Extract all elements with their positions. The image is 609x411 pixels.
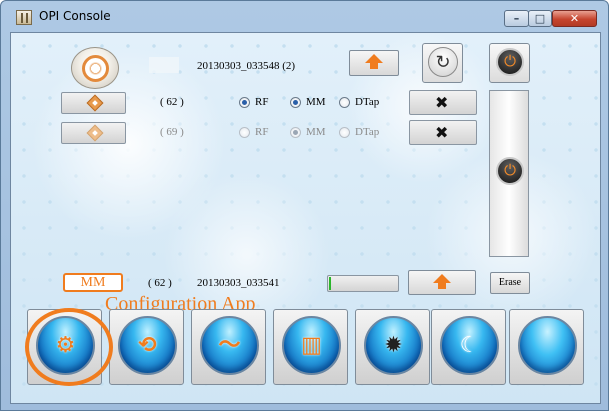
channel-1-tool-button[interactable]: ✖ bbox=[409, 90, 477, 115]
waveform-circle-icon: 〜 bbox=[200, 316, 259, 375]
sync-waveform-button[interactable]: ⟲ bbox=[109, 309, 184, 385]
side-panel: ⏻ bbox=[489, 90, 529, 257]
app-icon bbox=[16, 10, 32, 25]
channel-2-label-mm: MM bbox=[306, 126, 326, 138]
channel-1-radio-dtap[interactable] bbox=[339, 97, 350, 108]
waveform-button[interactable]: 〜 bbox=[191, 309, 266, 385]
channel-1-radio-mm[interactable] bbox=[290, 97, 301, 108]
channel-1-count: ( 62 ) bbox=[160, 96, 184, 108]
blank-orb-button[interactable] bbox=[509, 309, 584, 385]
minimize-button[interactable]: – bbox=[504, 10, 529, 27]
upload-button[interactable] bbox=[349, 50, 399, 76]
power-button[interactable]: ⏻ bbox=[489, 43, 530, 83]
channel-1-label-dtap: DTap bbox=[355, 96, 380, 108]
title-bar[interactable]: OPI Console – □ ✕ bbox=[1, 1, 608, 31]
sync-wave-icon: ⟲ bbox=[118, 316, 177, 375]
refresh-icon: ↻ bbox=[428, 47, 458, 77]
gear-icon: ⚙ bbox=[36, 316, 95, 375]
status-file: 20130303_033541 bbox=[197, 277, 280, 289]
blank-orb-icon bbox=[518, 316, 577, 375]
diamond-icon bbox=[86, 124, 104, 142]
close-button[interactable]: ✕ bbox=[552, 10, 597, 27]
channel-2-button[interactable] bbox=[61, 122, 126, 144]
erase-button[interactable]: Erase bbox=[490, 272, 530, 294]
tool-icon: ✖ bbox=[435, 93, 449, 112]
arrow-up-icon bbox=[433, 274, 451, 289]
channel-2-radio-dtap[interactable] bbox=[339, 127, 350, 138]
window-title: OPI Console bbox=[39, 9, 111, 23]
mode-badge: MM bbox=[63, 273, 123, 292]
diamond-icon bbox=[86, 94, 104, 112]
status-count: ( 62 ) bbox=[148, 277, 172, 289]
maximize-button[interactable]: □ bbox=[528, 10, 552, 27]
channel-2-label-rf: RF bbox=[255, 126, 269, 138]
channel-2-radio-rf[interactable] bbox=[239, 127, 250, 138]
brightness-icon: ✹ bbox=[364, 316, 423, 375]
side-power-button[interactable]: ⏻ bbox=[490, 153, 528, 193]
console-panel: 20130303_033548 (2) ↻ ⏻ ( 62 ) RF MM DTa… bbox=[10, 32, 601, 404]
channel-2-radio-mm[interactable] bbox=[290, 127, 301, 138]
signal-panel-icon: ▥ bbox=[282, 316, 341, 375]
arrow-up-icon bbox=[365, 54, 383, 69]
tool-icon: ✖ bbox=[435, 123, 449, 142]
channel-1-button[interactable] bbox=[61, 92, 126, 114]
power-icon: ⏻ bbox=[496, 48, 524, 76]
brightness-button[interactable]: ✹ bbox=[355, 309, 430, 385]
refresh-button[interactable]: ↻ bbox=[422, 43, 463, 83]
channel-2-tool-button[interactable]: ✖ bbox=[409, 120, 477, 145]
target-logo-icon[interactable] bbox=[71, 47, 119, 89]
progress-fill bbox=[329, 277, 331, 290]
upload-status-button[interactable] bbox=[408, 270, 476, 295]
sleep-mode-button[interactable]: ☾ bbox=[431, 309, 506, 385]
channel-2-count: ( 69 ) bbox=[160, 126, 184, 138]
session-file-label: 20130303_033548 (2) bbox=[197, 60, 296, 72]
signal-panel-button[interactable]: ▥ bbox=[273, 309, 348, 385]
blank-field bbox=[149, 57, 179, 73]
power-icon: ⏻ bbox=[496, 157, 524, 185]
channel-2-label-dtap: DTap bbox=[355, 126, 380, 138]
progress-bar bbox=[327, 275, 399, 292]
configuration-app-button[interactable]: ⚙ bbox=[27, 309, 102, 385]
channel-1-label-mm: MM bbox=[306, 96, 326, 108]
channel-1-label-rf: RF bbox=[255, 96, 269, 108]
moon-icon: ☾ bbox=[440, 316, 499, 375]
channel-1-radio-rf[interactable] bbox=[239, 97, 250, 108]
app-window: OPI Console – □ ✕ 20130303_033548 (2) ↻ … bbox=[0, 0, 609, 411]
